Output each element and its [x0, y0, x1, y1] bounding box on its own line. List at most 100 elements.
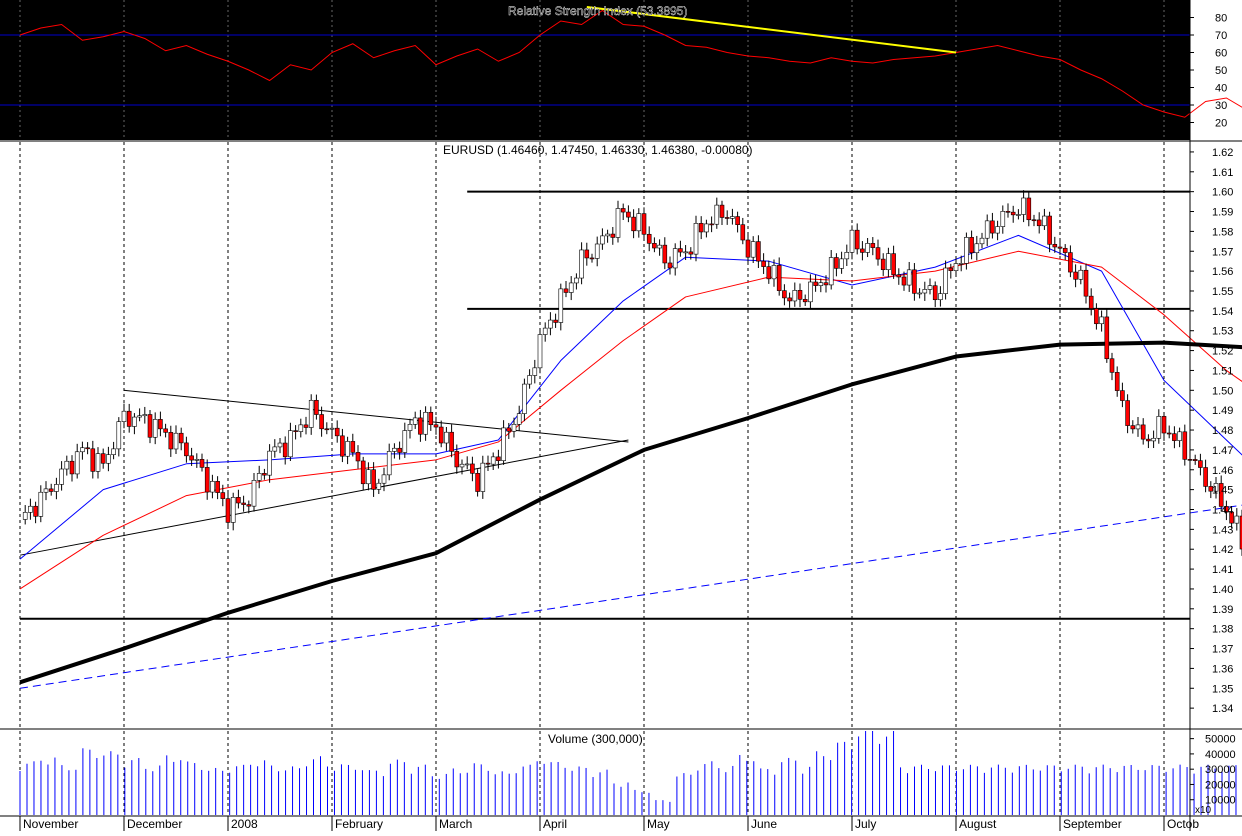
candle-body — [454, 451, 460, 468]
candle-body — [459, 463, 465, 468]
candle-body — [1073, 271, 1078, 280]
trendline — [19, 439, 629, 556]
candle-body — [402, 430, 408, 453]
candle-body — [392, 447, 397, 452]
candle-body — [943, 267, 948, 294]
candle-body — [199, 459, 205, 468]
candle-body — [371, 469, 376, 490]
chart-container: November December 2008 February March April Ma… — [0, 0, 1242, 831]
price-y-tick-label: 1.60 — [1212, 187, 1233, 199]
candle-body — [215, 481, 220, 493]
candle-body — [444, 431, 449, 444]
candle-body — [886, 253, 891, 271]
candle-body — [381, 474, 387, 484]
candle-body — [1057, 246, 1063, 249]
candle-body — [511, 423, 517, 432]
candle-body — [1151, 437, 1156, 442]
candle-body — [1182, 431, 1188, 460]
candle-body — [584, 249, 590, 259]
candle-body — [298, 424, 304, 432]
candle-body — [688, 251, 694, 255]
candle-body — [475, 473, 480, 492]
volume-title: Volume (300,000) — [548, 732, 643, 746]
candle-body — [1120, 390, 1125, 401]
candle-body — [1172, 433, 1177, 441]
price-y-tick-label: 1.53 — [1212, 326, 1233, 338]
candle-body — [750, 241, 756, 258]
candle-body — [194, 459, 200, 461]
candle-body — [147, 414, 153, 438]
candle-body — [412, 417, 418, 425]
volume-y-tick-label: 30000 — [1205, 764, 1236, 776]
candle-body — [745, 239, 751, 258]
candle-body — [1010, 211, 1016, 216]
candle-body — [730, 216, 735, 219]
candle-body — [932, 285, 938, 301]
candle-body — [761, 260, 766, 267]
trendline — [19, 504, 1242, 689]
candle-body — [1114, 372, 1120, 391]
candle-body — [142, 414, 148, 417]
candle-body — [927, 285, 933, 290]
candle-body — [501, 427, 506, 461]
price-y-tick-label: 1.50 — [1212, 385, 1233, 397]
price-y-tick-label: 1.47 — [1212, 445, 1233, 457]
candle-body — [490, 456, 496, 465]
candle-body — [797, 290, 803, 300]
candle-body — [95, 453, 101, 472]
candle-body — [345, 441, 350, 457]
candle-body — [657, 244, 662, 249]
candle-body — [522, 383, 527, 414]
rsi-title: Relative Strength Index (53.3895) — [508, 4, 687, 18]
price-y-tick-label: 1.54 — [1212, 306, 1233, 318]
candle-body — [865, 243, 870, 253]
candle-body — [267, 450, 272, 476]
candle-body — [849, 229, 855, 253]
candle-body — [636, 213, 642, 232]
price-y-tick-label: 1.42 — [1212, 544, 1233, 556]
candle-body — [589, 257, 595, 260]
price-y-tick-label: 1.51 — [1212, 365, 1233, 377]
candle-body — [813, 281, 818, 286]
candle-body — [776, 265, 782, 291]
candle-body — [875, 247, 881, 260]
candle-body — [210, 481, 215, 493]
rsi-y-tick-label: 50 — [1215, 65, 1227, 77]
x-tick-label: 2008 — [231, 817, 258, 831]
price-y-tick-label: 1.57 — [1212, 246, 1233, 258]
candle-body — [464, 463, 470, 466]
price-y-tick-label: 1.46 — [1212, 465, 1233, 477]
candle-body — [1016, 214, 1021, 216]
candle-body — [714, 204, 720, 225]
candle-body — [360, 460, 366, 485]
candle-body — [386, 451, 392, 476]
candle-body — [532, 367, 538, 376]
candle-body — [438, 426, 444, 444]
x-tick-label: March — [439, 817, 472, 831]
candle-body — [802, 299, 808, 303]
candle-body — [85, 447, 90, 450]
price-y-tick-label: 1.62 — [1212, 147, 1233, 159]
candle-body — [22, 512, 28, 520]
rsi-y-tick-label: 60 — [1215, 48, 1227, 60]
candle-body — [938, 293, 943, 301]
candle-body — [418, 417, 423, 435]
candle-body — [1130, 425, 1136, 430]
candle-body — [901, 276, 907, 286]
candle-body — [340, 435, 345, 457]
volume-y-tick-label: 50000 — [1205, 734, 1236, 746]
candle-body — [828, 257, 834, 286]
candle-body — [1203, 467, 1208, 487]
price-y-tick-label: 1.44 — [1212, 504, 1233, 516]
candle-body — [204, 467, 210, 493]
volume-y-tick-label: 20000 — [1205, 779, 1236, 791]
candle-body — [126, 410, 132, 427]
candle-body — [308, 399, 314, 428]
price-y-tick-label: 1.59 — [1212, 207, 1233, 219]
candle-body — [766, 266, 772, 280]
candle-body — [376, 482, 382, 490]
candle-body — [350, 441, 356, 453]
candle-body — [678, 248, 683, 253]
candle-body — [542, 327, 548, 335]
candle-body — [667, 262, 673, 269]
